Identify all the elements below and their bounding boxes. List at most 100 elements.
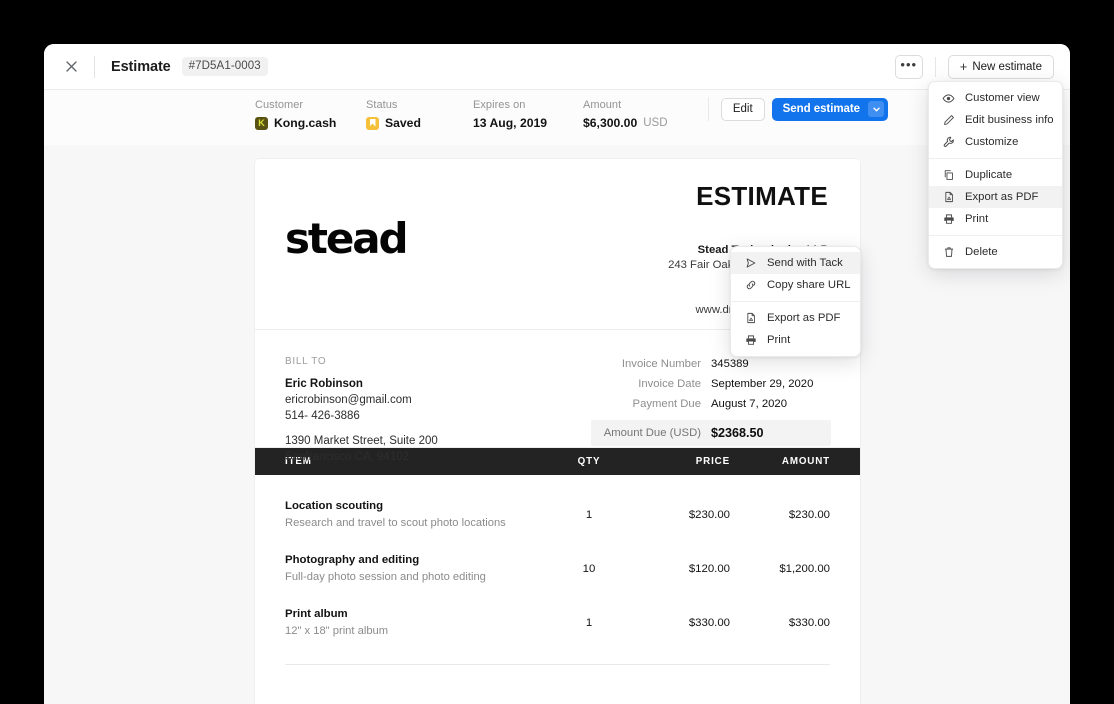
item-cell: Location scouting Research and travel to… bbox=[285, 499, 548, 531]
menu-item-print[interactable]: Print bbox=[731, 329, 860, 351]
customer-value: K Kong.cash bbox=[255, 116, 336, 130]
pdf-file-icon bbox=[942, 191, 955, 204]
menu-item-label: Copy share URL bbox=[767, 279, 851, 291]
bill-to-address-line2: Sanfrancisco CA, 94102 bbox=[285, 451, 410, 463]
menu-item-label: Export as PDF bbox=[767, 312, 841, 324]
menu-item-label: Customer view bbox=[965, 92, 1040, 104]
menu-item-duplicate[interactable]: Duplicate bbox=[929, 164, 1062, 186]
top-bar-divider bbox=[94, 55, 95, 78]
trash-icon bbox=[942, 246, 955, 259]
amount-due-value: $2368.50 bbox=[711, 426, 764, 440]
estimate-document: stead ESTIMATE Stead Technologies LLP 24… bbox=[255, 159, 860, 704]
document-type-heading: ESTIMATE bbox=[696, 181, 828, 211]
payment-due-value: August 7, 2020 bbox=[711, 398, 788, 410]
bookmark-icon bbox=[366, 116, 379, 130]
item-description: Full-day photo session and photo editing bbox=[285, 571, 486, 583]
summary-actions: Edit Send estimate bbox=[707, 97, 888, 121]
printer-icon bbox=[744, 334, 757, 347]
meta-row: Invoice Number 345389 bbox=[591, 354, 831, 374]
status-text: Saved bbox=[385, 116, 421, 130]
top-bar-actions-divider bbox=[934, 56, 936, 77]
amount-currency: USD bbox=[643, 117, 668, 129]
menu-item-label: Edit business info bbox=[965, 114, 1054, 126]
status-badge: Saved bbox=[366, 116, 421, 130]
send-estimate-button[interactable]: Send estimate bbox=[771, 97, 888, 121]
paper-plane-icon bbox=[744, 257, 757, 270]
item-name: Photography and editing bbox=[285, 554, 420, 566]
document-scroll-area[interactable]: stead ESTIMATE Stead Technologies LLP 24… bbox=[44, 145, 1070, 704]
item-price: $330.00 bbox=[688, 617, 730, 629]
item-description: Research and travel to scout photo locat… bbox=[285, 517, 506, 529]
company-logo: stead bbox=[285, 214, 409, 263]
menu-item-label: Delete bbox=[965, 246, 998, 258]
item-amount: $230.00 bbox=[788, 509, 830, 521]
summary-status: Status Saved bbox=[366, 99, 421, 130]
summary-customer: Customer K Kong.cash bbox=[255, 99, 336, 130]
summary-amount: Amount $6,300.00 USD bbox=[583, 99, 668, 130]
menu-item-edit-business-info[interactable]: Edit business info bbox=[929, 109, 1062, 131]
menu-item-delete[interactable]: Delete bbox=[929, 241, 1062, 263]
edit-button[interactable]: Edit bbox=[720, 97, 765, 121]
page-title: Estimate bbox=[111, 58, 171, 75]
avatar: K bbox=[255, 116, 268, 130]
eye-icon bbox=[942, 92, 955, 105]
menu-separator bbox=[929, 235, 1062, 236]
more-options-dropdown-menu[interactable]: Customer view Edit business info Customi… bbox=[928, 81, 1063, 269]
status-label: Status bbox=[366, 99, 398, 111]
wrench-icon bbox=[942, 136, 955, 149]
items-table-body: Location scouting Research and travel to… bbox=[255, 475, 860, 650]
item-name: Print album bbox=[285, 608, 348, 620]
menu-item-label: Print bbox=[767, 334, 791, 346]
item-name: Location scouting bbox=[285, 500, 384, 512]
expires-label: Expires on bbox=[473, 99, 526, 111]
table-footer-divider bbox=[285, 664, 830, 665]
new-estimate-button[interactable]: + New estimate bbox=[947, 54, 1054, 79]
menu-item-customer-view[interactable]: Customer view bbox=[929, 87, 1062, 109]
item-price: $120.00 bbox=[688, 563, 730, 575]
printer-icon bbox=[942, 213, 955, 226]
amount-number: $6,300.00 bbox=[583, 116, 638, 130]
chevron-down-icon[interactable] bbox=[868, 101, 884, 117]
duplicate-icon bbox=[942, 169, 955, 182]
menu-item-export-as-pdf[interactable]: Export as PDF bbox=[731, 307, 860, 329]
invoice-number-value: 345389 bbox=[711, 358, 749, 370]
table-row: Print album 12" x 18" print album 1 $330… bbox=[285, 596, 830, 650]
item-qty: 10 bbox=[582, 563, 596, 575]
menu-item-copy-share-url[interactable]: Copy share URL bbox=[731, 274, 860, 296]
menu-item-print[interactable]: Print bbox=[929, 208, 1062, 230]
menu-item-label: Export as PDF bbox=[965, 191, 1039, 203]
top-bar-actions: ••• + New estimate bbox=[894, 54, 1054, 79]
meta-row: Payment Due August 7, 2020 bbox=[591, 394, 831, 414]
link-icon bbox=[744, 279, 757, 292]
more-options-button[interactable]: ••• bbox=[894, 54, 923, 79]
amount-due-label: Amount Due (USD) bbox=[603, 427, 701, 439]
invoice-meta: Invoice Number 345389 Invoice Date Septe… bbox=[591, 354, 831, 446]
summary-actions-divider bbox=[707, 97, 709, 121]
top-bar: Estimate #7D5A1-0003 ••• + New estimate bbox=[44, 44, 1070, 90]
menu-item-customize[interactable]: Customize bbox=[929, 131, 1062, 153]
item-amount: $1,200.00 bbox=[779, 563, 830, 575]
item-amount: $330.00 bbox=[788, 617, 830, 629]
item-qty: 1 bbox=[585, 617, 593, 629]
item-cell: Photography and editing Full-day photo s… bbox=[285, 553, 548, 585]
item-cell: Print album 12" x 18" print album bbox=[285, 607, 548, 639]
send-estimate-label: Send estimate bbox=[782, 103, 860, 115]
menu-item-export-as-pdf[interactable]: Export as PDF bbox=[929, 186, 1062, 208]
amount-value: $6,300.00 USD bbox=[583, 116, 668, 130]
summary-expires: Expires on 13 Aug, 2019 bbox=[473, 99, 547, 130]
customer-name: Kong.cash bbox=[274, 116, 337, 130]
payment-due-label: Payment Due bbox=[632, 398, 701, 410]
pencil-icon bbox=[942, 114, 955, 127]
send-estimate-dropdown-menu[interactable]: Send with Tack Copy share URL Export as … bbox=[730, 246, 861, 357]
table-row: Location scouting Research and travel to… bbox=[285, 475, 830, 542]
invoice-date-label: Invoice Date bbox=[638, 378, 701, 390]
menu-item-label: Send with Tack bbox=[767, 257, 843, 269]
invoice-date-value: September 29, 2020 bbox=[711, 378, 814, 390]
menu-separator bbox=[731, 301, 860, 302]
amount-label: Amount bbox=[583, 99, 622, 111]
plus-icon: + bbox=[959, 59, 968, 74]
menu-item-send-with-tack[interactable]: Send with Tack bbox=[731, 252, 860, 274]
close-icon[interactable] bbox=[58, 54, 84, 80]
table-row: Photography and editing Full-day photo s… bbox=[285, 542, 830, 596]
app-window: Estimate #7D5A1-0003 ••• + New estimate … bbox=[44, 44, 1070, 704]
